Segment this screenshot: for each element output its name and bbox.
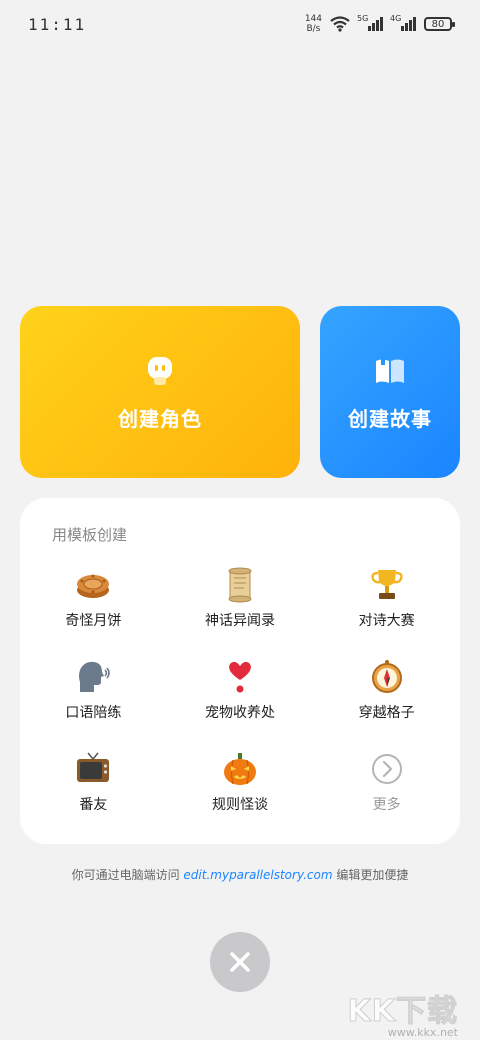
- template-label: 宠物收养处: [204, 705, 275, 721]
- template-label: 更多: [372, 797, 401, 813]
- close-button[interactable]: [210, 932, 270, 992]
- hint-suffix: 编辑更加便捷: [336, 868, 409, 882]
- network-speed: 144 B/s: [305, 14, 322, 34]
- template-more[interactable]: 更多: [313, 750, 460, 814]
- pumpkin-icon: [223, 753, 256, 785]
- close-icon: [230, 952, 250, 972]
- template-panel: 用模板创建 奇怪月饼 神话异闻录 对诗大赛 口语陪练 宠物收养处 穿越格子 番友…: [20, 498, 460, 844]
- signal-5g: 5G: [357, 14, 383, 31]
- template-time-travel[interactable]: 穿越格子: [313, 658, 460, 722]
- hint-prefix: 你可通过电脑端访问: [71, 868, 180, 882]
- battery-icon: 80: [424, 17, 455, 31]
- desktop-edit-hint: 你可通过电脑端访问 edit.myparallelstory.com 编辑更加便…: [0, 866, 480, 883]
- signal-5g-label: 5G: [357, 14, 369, 23]
- create-role-label: 创建角色: [118, 406, 202, 431]
- template-label: 对诗大赛: [358, 613, 415, 629]
- template-speaking-practice[interactable]: 口语陪练: [20, 658, 167, 722]
- template-grid: 奇怪月饼 神话异闻录 对诗大赛 口语陪练 宠物收养处 穿越格子 番友 规则怪谈 …: [20, 566, 460, 814]
- signal-bars-icon: [368, 17, 383, 31]
- trophy-icon: [370, 570, 403, 599]
- template-rule-horror[interactable]: 规则怪谈: [167, 750, 314, 814]
- mooncake-icon: [77, 574, 110, 598]
- network-speed-unit: B/s: [306, 24, 321, 34]
- signal-4g-label: 4G: [390, 14, 402, 23]
- template-label: 番友: [79, 797, 108, 813]
- scroll-icon: [228, 567, 252, 603]
- book-icon: [376, 356, 404, 383]
- create-story-label: 创建故事: [348, 406, 432, 431]
- template-poetry-contest[interactable]: 对诗大赛: [313, 566, 460, 630]
- status-icons: 144 B/s 5G 4G 80: [305, 14, 455, 34]
- template-mythology[interactable]: 神话异闻录: [167, 566, 314, 630]
- chevron-right-icon: [371, 754, 402, 784]
- compass-icon: [371, 660, 402, 693]
- speaking-head-icon: [79, 661, 111, 692]
- status-bar: 11:11 144 B/s 5G 4G 80: [0, 0, 480, 48]
- heart-icon: [229, 661, 251, 693]
- template-label: 神话异闻录: [204, 613, 275, 629]
- create-role-button[interactable]: 创建角色: [20, 306, 300, 478]
- template-anime-friend[interactable]: 番友: [20, 750, 167, 814]
- signal-bars-icon: [401, 17, 416, 31]
- watermark-logo: KK下载: [347, 994, 458, 1030]
- signal-4g: 4G: [390, 14, 416, 31]
- battery-level: 80: [431, 18, 445, 30]
- network-speed-value: 144: [304, 14, 322, 24]
- create-story-button[interactable]: 创建故事: [320, 306, 460, 478]
- template-label: 规则怪谈: [211, 797, 268, 813]
- watermark: KK下载 www.kkx.net: [347, 986, 458, 1040]
- wifi-icon: [330, 16, 350, 32]
- tv-icon: [77, 752, 110, 782]
- clock: 11:11: [28, 14, 87, 34]
- template-panel-title: 用模板创建: [52, 526, 128, 544]
- character-icon: [148, 356, 172, 385]
- template-mooncake[interactable]: 奇怪月饼: [20, 566, 167, 630]
- template-label: 口语陪练: [65, 705, 122, 721]
- template-label: 穿越格子: [358, 705, 415, 721]
- template-label: 奇怪月饼: [65, 613, 122, 629]
- template-pet-adoption[interactable]: 宠物收养处: [167, 658, 314, 722]
- screen: 11:11 144 B/s 5G 4G 80 创建角色 创建故事 用模板创建 奇…: [0, 0, 480, 1040]
- edit-site-link[interactable]: edit.myparallelstory.com: [183, 868, 332, 882]
